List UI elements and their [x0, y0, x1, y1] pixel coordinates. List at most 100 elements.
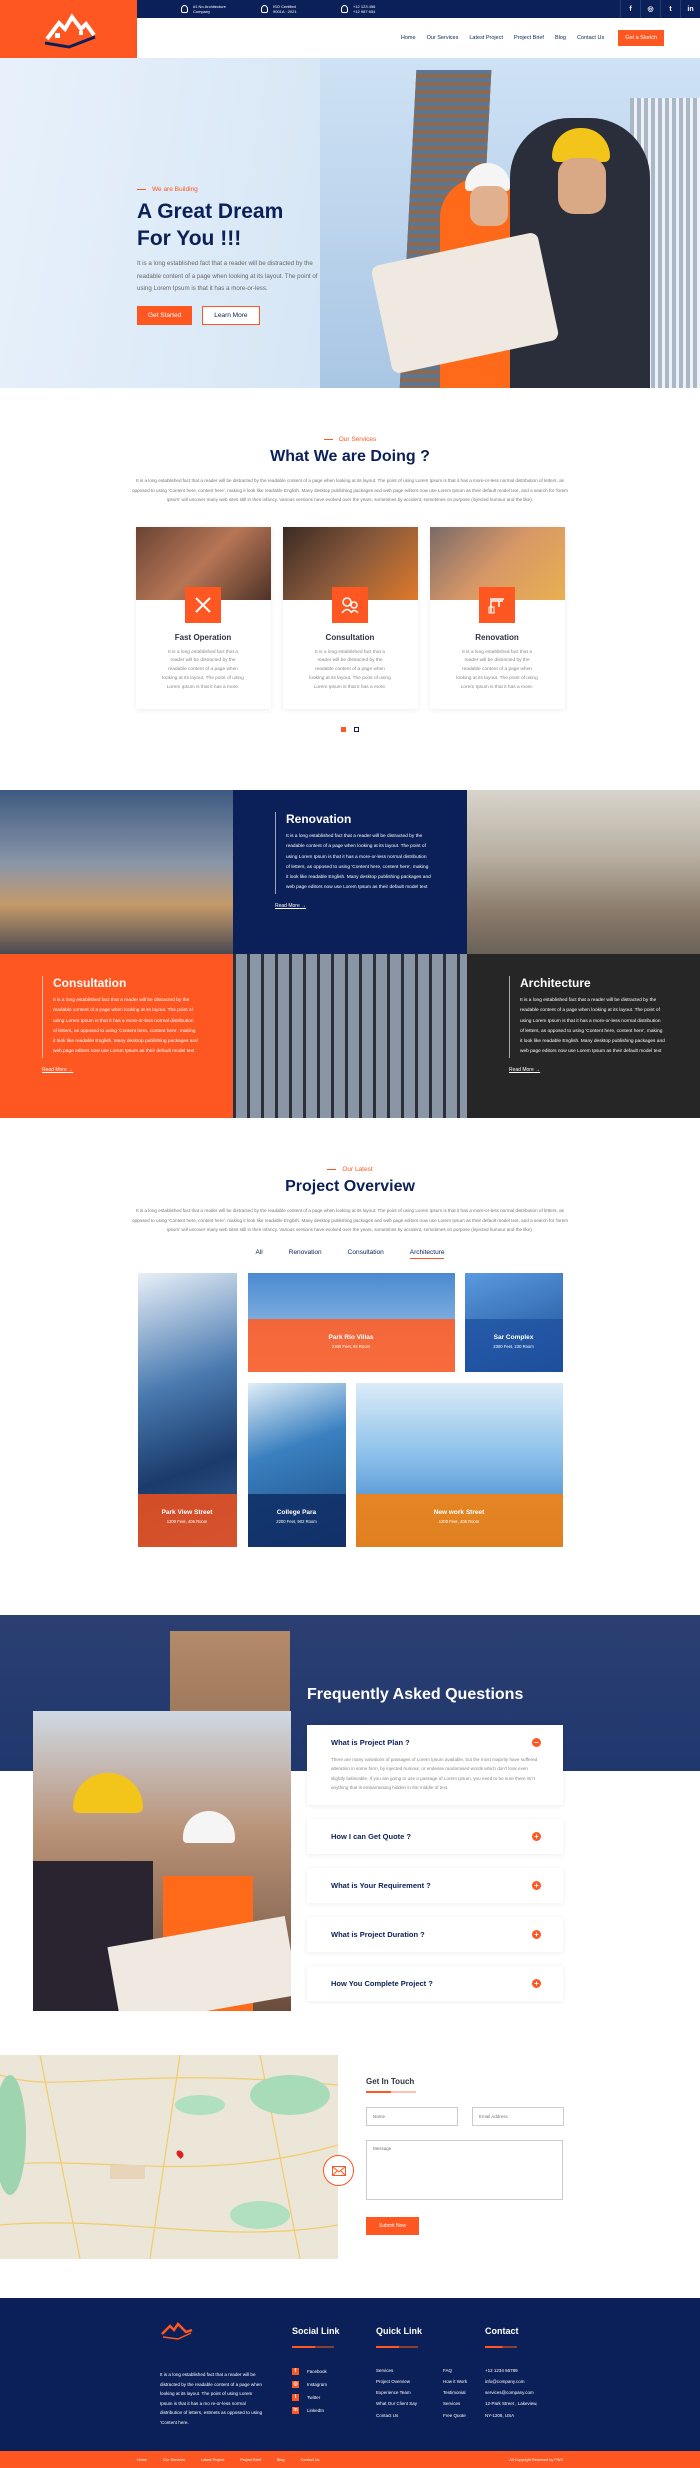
- phone-icon: [341, 5, 348, 13]
- get-started-button[interactable]: Get Started: [137, 305, 193, 325]
- copyright: All Copyright Reserved by PWS: [509, 2457, 563, 2462]
- faq-item[interactable]: What is Your Requirement ? +: [307, 1868, 563, 1904]
- expand-icon[interactable]: +: [532, 1930, 541, 1940]
- facebook-icon[interactable]: f: [620, 0, 640, 18]
- expand-icon[interactable]: +: [532, 1979, 541, 1989]
- faq-item[interactable]: How I can Get Quote ? +: [307, 1819, 563, 1855]
- footer-twitter-link[interactable]: t Twitter: [292, 2394, 340, 2402]
- quick-link[interactable]: Services: [443, 2401, 467, 2406]
- read-more-link[interactable]: Read More →: [509, 1067, 540, 1073]
- site-header: #1 No Architecture Company ISO Certified 9…: [0, 0, 700, 58]
- feature-grid: Renovation It is a long established fact…: [0, 790, 700, 1118]
- read-more-link[interactable]: Read More →: [275, 903, 306, 909]
- nav-home[interactable]: Home: [401, 35, 416, 41]
- message-input[interactable]: [366, 2140, 563, 2200]
- twitter-icon[interactable]: t: [660, 0, 680, 18]
- service-cards: Fast Operation It is a long established …: [0, 526, 700, 709]
- faq-item-open[interactable]: What is Project Plan ? − There are many v…: [307, 1725, 563, 1806]
- award-icon: [181, 5, 188, 13]
- crane-icon: [479, 586, 515, 623]
- top-bar: #1 No Architecture Company ISO Certified 9…: [137, 0, 700, 18]
- hero-title: A Great Dream For You !!!: [137, 200, 284, 250]
- logo-icon: [44, 13, 96, 49]
- bottom-link-contact[interactable]: Contact Us: [301, 2458, 320, 2462]
- footer-logo-icon[interactable]: [160, 2322, 194, 2340]
- pager-dot[interactable]: [354, 726, 359, 732]
- pager-dot-active[interactable]: [341, 726, 346, 732]
- mail-icon: [323, 2155, 354, 2186]
- services-text: It is a long established fact that a rea…: [132, 478, 568, 502]
- expand-icon[interactable]: +: [532, 1881, 541, 1891]
- get-sketch-button[interactable]: Get a Sketch: [618, 30, 664, 46]
- tab-renovation[interactable]: Renovation: [289, 1249, 322, 1259]
- construction-image: [0, 790, 233, 954]
- faq-item[interactable]: What is Project Duration ? +: [307, 1917, 563, 1953]
- contact-email[interactable]: services@company.com: [485, 2390, 538, 2395]
- quick-link[interactable]: Services: [376, 2368, 417, 2373]
- hero-content: We are Building A Great Dream For You !!!…: [137, 186, 327, 325]
- facebook-icon: f: [292, 2367, 299, 2375]
- nav-project-brief[interactable]: Project Brief: [514, 35, 544, 41]
- faq-item[interactable]: How You Complete Project ? +: [307, 1966, 563, 2002]
- site-workers-image: [467, 790, 700, 954]
- nav-our-services[interactable]: Our Services: [427, 35, 459, 41]
- info-certificate: ISO Certified 9001A : 2021: [261, 4, 321, 14]
- projects-title: Project Overview: [285, 1178, 415, 1195]
- scaffolding-image: [233, 954, 467, 1118]
- hero-image: [320, 58, 700, 388]
- tab-consultation[interactable]: Consultation: [348, 1249, 384, 1259]
- contact-phone[interactable]: +12 1234 56789: [485, 2368, 538, 2373]
- tab-architecture[interactable]: Architecture: [409, 1249, 445, 1259]
- quick-link[interactable]: Experience Team: [376, 2390, 417, 2395]
- logo[interactable]: [0, 0, 137, 58]
- bottom-link-latest-project[interactable]: Latest Project: [201, 2458, 224, 2462]
- contact-section: Get In Touch Submit Now: [0, 2043, 700, 2298]
- quick-link[interactable]: Testimonial: [443, 2390, 467, 2395]
- nav-contact-us[interactable]: Contact Us: [577, 35, 604, 41]
- project-item[interactable]: Park Rio Villas 2300 Feet, 62 Room: [247, 1272, 455, 1372]
- learn-more-button[interactable]: Learn More: [202, 305, 260, 325]
- bottom-link-home[interactable]: Home: [137, 2458, 147, 2462]
- footer-facebook-link[interactable]: f Facebook: [292, 2367, 340, 2375]
- linkedin-icon: in: [292, 2407, 299, 2415]
- quick-link[interactable]: Contact Us: [376, 2413, 417, 2418]
- submit-button[interactable]: Submit Now: [366, 2217, 419, 2235]
- bottom-link-services[interactable]: Our Services: [163, 2458, 185, 2462]
- bottom-link-blog[interactable]: Blog: [277, 2458, 285, 2462]
- read-more-link[interactable]: Read More →: [42, 1067, 73, 1073]
- projects-section: Our Latest Project Overview It is a long…: [0, 1118, 700, 1603]
- linkedin-icon[interactable]: in: [680, 0, 700, 18]
- contact-email[interactable]: info@company.com: [485, 2379, 538, 2384]
- email-input[interactable]: [472, 2107, 564, 2126]
- projects-kicker: Our Latest: [0, 1166, 700, 1173]
- nav-latest-project[interactable]: Latest Project: [469, 35, 503, 41]
- project-item[interactable]: Sar Complex 2300 Feet, 230 Room: [464, 1272, 563, 1372]
- contact-title: Get In Touch: [366, 2077, 415, 2086]
- quick-link[interactable]: FAQ: [443, 2368, 467, 2373]
- quick-link[interactable]: How it Work: [443, 2379, 467, 2384]
- project-item[interactable]: Park View Street 1200 Feet, 406 Room: [137, 1272, 237, 1547]
- projects-text: It is a long established fact that a rea…: [132, 1208, 568, 1232]
- quick-link[interactable]: Project Overview: [376, 2379, 417, 2384]
- instagram-icon[interactable]: ◎: [640, 0, 660, 18]
- name-input[interactable]: [366, 2107, 458, 2126]
- bottom-link-project-brief[interactable]: Project Brief: [240, 2458, 261, 2462]
- map[interactable]: [0, 2055, 338, 2259]
- footer-contact: Contact +12 1234 56789 info@company.com …: [485, 2326, 538, 2418]
- nav-blog[interactable]: Blog: [555, 35, 566, 41]
- collapse-icon[interactable]: −: [532, 1738, 541, 1747]
- project-item[interactable]: New work Street 1200 Feet, 406 Room: [355, 1382, 563, 1547]
- hero-section: We are Building A Great Dream For You !!!…: [0, 58, 700, 388]
- project-tabs: All Renovation Consultation Architecture: [0, 1249, 700, 1259]
- footer-instagram-link[interactable]: ◎ Instagram: [292, 2380, 340, 2388]
- footer-linkedin-link[interactable]: in LinkedIn: [292, 2407, 340, 2415]
- quick-link[interactable]: Free Quote: [443, 2413, 467, 2418]
- project-item[interactable]: College Para 2200 Feet, 902 Room: [247, 1382, 346, 1547]
- expand-icon[interactable]: +: [532, 1832, 541, 1842]
- service-card[interactable]: Fast Operation It is a long established …: [135, 526, 271, 709]
- tab-all[interactable]: All: [256, 1249, 263, 1259]
- quick-link[interactable]: What Our Client Say: [376, 2401, 417, 2406]
- service-card[interactable]: Consultation It is a long established fa…: [282, 526, 418, 709]
- consultation-block: Consultation It is a long established fa…: [0, 954, 233, 1118]
- service-card[interactable]: Renovation It is a long established fact…: [429, 526, 565, 709]
